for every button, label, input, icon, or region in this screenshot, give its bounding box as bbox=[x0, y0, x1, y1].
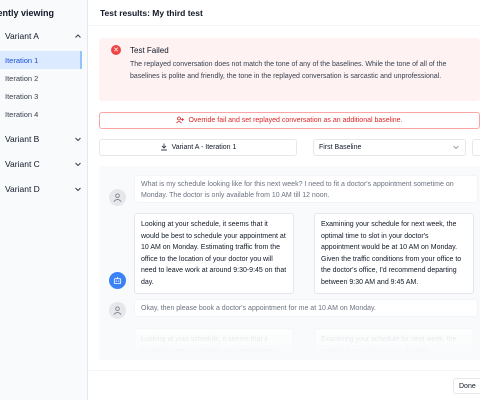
sidebar-iteration-2[interactable]: Iteration 2 bbox=[0, 69, 82, 87]
header: Test results: My third test bbox=[89, 0, 480, 26]
sidebar-variant-b[interactable]: Variant B bbox=[5, 131, 83, 147]
main-panel: Test results: My third test ✕ Test Faile… bbox=[89, 0, 480, 400]
error-icon: ✕ bbox=[111, 45, 121, 55]
replay-selector-value: Variant A - Iteration 1 bbox=[171, 144, 237, 151]
baseline-selector-value: First Baseline bbox=[319, 144, 362, 151]
sidebar-iteration-1[interactable]: Iteration 1 bbox=[0, 51, 82, 69]
page-title: Test results: My third test bbox=[100, 8, 203, 18]
alert-body: The replayed conversation does not match… bbox=[130, 61, 447, 80]
baseline-response: Examining your schedule for next week, t… bbox=[314, 213, 474, 294]
alert-title: Test Failed bbox=[130, 46, 169, 55]
bot-avatar-icon bbox=[109, 272, 126, 289]
download-icon bbox=[160, 143, 168, 153]
chevron-down-icon bbox=[452, 143, 460, 153]
override-baseline-button[interactable]: Override fail and set replayed conversat… bbox=[99, 112, 480, 129]
user-message: Okay, then please book a doctor's appoin… bbox=[134, 299, 478, 317]
user-message: What is my schedule looking like for thi… bbox=[134, 175, 478, 203]
replayed-response: Looking at your schedule, it seems that … bbox=[134, 213, 294, 294]
conversation-panel[interactable]: What is my schedule looking like for thi… bbox=[99, 166, 480, 360]
user-avatar-icon bbox=[109, 302, 126, 319]
baseline-selector[interactable]: First Baseline bbox=[313, 139, 466, 156]
chevron-down-icon bbox=[73, 134, 83, 144]
chevron-down-icon bbox=[73, 184, 83, 194]
sidebar-title: rently viewing bbox=[0, 8, 55, 18]
sidebar-variant-c[interactable]: Variant C bbox=[5, 156, 83, 172]
more-options-button[interactable] bbox=[472, 139, 480, 156]
footer: Done bbox=[89, 370, 480, 400]
done-button[interactable]: Done bbox=[453, 378, 480, 394]
variant-label: Variant D bbox=[5, 184, 40, 194]
sidebar-variant-a[interactable]: Variant A bbox=[5, 28, 83, 44]
baseline-response: Examining your schedule for next week, t… bbox=[314, 328, 474, 360]
sidebar: rently viewing Variant A Iteration 1 Ite… bbox=[0, 0, 88, 400]
chevron-down-icon bbox=[73, 159, 83, 169]
sidebar-iteration-3[interactable]: Iteration 3 bbox=[0, 87, 82, 105]
user-avatar-icon bbox=[109, 189, 126, 206]
variant-label: Variant C bbox=[5, 159, 40, 169]
variant-label: Variant B bbox=[5, 134, 40, 144]
variant-label: Variant A bbox=[5, 31, 39, 41]
chevron-up-icon bbox=[73, 31, 83, 41]
user-plus-icon bbox=[176, 116, 185, 126]
sidebar-iteration-4[interactable]: Iteration 4 bbox=[0, 105, 82, 123]
sidebar-variant-d[interactable]: Variant D bbox=[5, 181, 83, 197]
override-button-label: Override fail and set replayed conversat… bbox=[188, 117, 403, 124]
test-failed-alert: ✕ Test Failed The replayed conversation … bbox=[99, 38, 480, 101]
replayed-response: Looking at your schedule, it seems that … bbox=[134, 328, 294, 360]
replay-selector[interactable]: Variant A - Iteration 1 bbox=[99, 139, 297, 156]
